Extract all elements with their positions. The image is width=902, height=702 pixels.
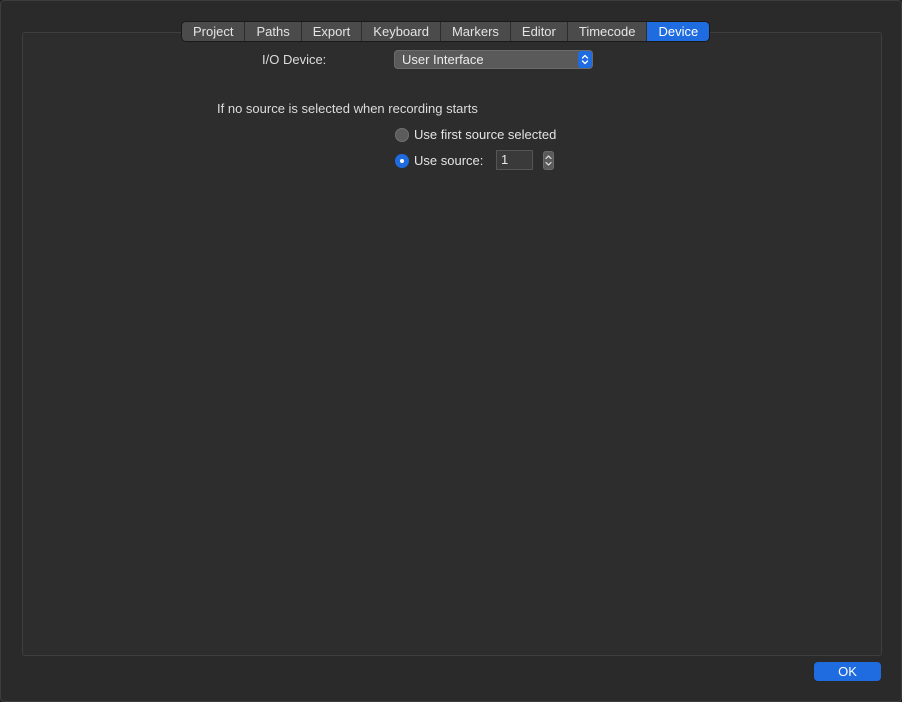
radio-use-first-source[interactable]: Use first source selected (395, 127, 556, 142)
radio-unchecked-icon[interactable] (395, 127, 409, 142)
tab-keyboard[interactable]: Keyboard (362, 22, 441, 41)
no-source-section-title: If no source is selected when recording … (217, 101, 478, 116)
tab-project[interactable]: Project (182, 22, 246, 41)
tab-export[interactable]: Export (301, 22, 363, 41)
source-number-input[interactable]: 1 (496, 150, 533, 170)
radio-use-source[interactable]: Use source: (395, 153, 483, 168)
tab-markers[interactable]: Markers (440, 22, 511, 41)
radio-checked-icon[interactable] (395, 153, 409, 168)
source-stepper[interactable] (543, 151, 554, 170)
use-source-label: Use source: (414, 153, 484, 168)
stepper-arrows-icon (545, 155, 552, 166)
tab-editor[interactable]: Editor (510, 22, 568, 41)
tab-timecode[interactable]: Timecode (567, 22, 648, 41)
use-first-source-label: Use first source selected (414, 127, 557, 142)
tab-device[interactable]: Device (647, 22, 710, 41)
tab-bar: Project Paths Export Keyboard Markers Ed… (182, 22, 710, 41)
select-arrows-icon (578, 51, 592, 68)
settings-panel (22, 32, 882, 656)
io-device-label: I/O Device: (262, 52, 327, 67)
io-device-select[interactable]: User Interface (394, 50, 593, 69)
preferences-window: Project Paths Export Keyboard Markers Ed… (0, 0, 902, 702)
io-device-value: User Interface (402, 52, 484, 67)
tab-paths[interactable]: Paths (245, 22, 302, 41)
ok-button[interactable]: OK (814, 662, 881, 681)
